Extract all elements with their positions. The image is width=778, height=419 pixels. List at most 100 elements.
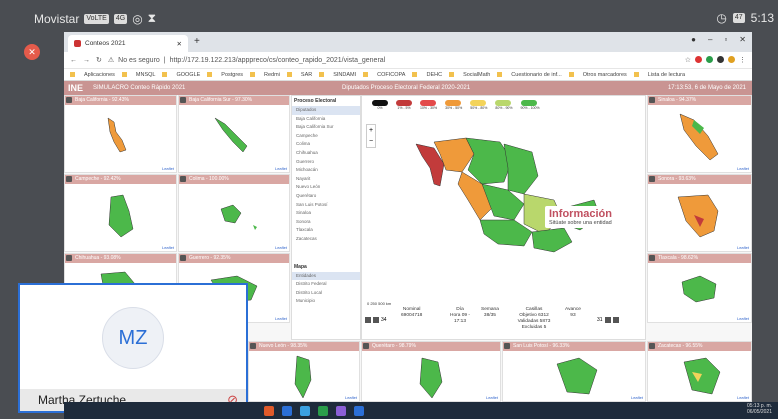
close-window-icon[interactable]: ✕: [739, 35, 746, 44]
maximize-icon[interactable]: ▫: [724, 35, 727, 44]
legend-label: 10% - 30%: [420, 106, 438, 110]
sidebar-item-map[interactable]: Entidades: [292, 271, 360, 281]
info-title: Información: [549, 208, 612, 220]
sidebar-item-process[interactable]: Baja California: [292, 115, 360, 124]
edge-icon[interactable]: [300, 406, 310, 416]
dia-value: Hora 09 - 17:13: [450, 313, 470, 324]
star-icon[interactable]: ☆: [685, 56, 691, 64]
panel-title: Querétaro - 98.79%: [362, 342, 500, 351]
leaflet-link[interactable]: Leaflet: [737, 395, 749, 400]
bookmark-item[interactable]: GOOGLE: [176, 72, 200, 78]
mexico-map[interactable]: [404, 124, 604, 264]
sidebar-item-process[interactable]: Zacatecas: [292, 235, 360, 244]
sidebar-item-process[interactable]: San Luis Potosí: [292, 201, 360, 210]
powerpoint-icon[interactable]: [264, 406, 274, 416]
sidebar-item-map[interactable]: Distrito Federal: [292, 280, 360, 289]
panel-nuevo-leon[interactable]: Nuevo León - 98.35% Leaflet: [248, 341, 360, 402]
sidebar-item-process[interactable]: Michoacán: [292, 166, 360, 175]
leaflet-link[interactable]: Leaflet: [162, 166, 174, 171]
bookmark-item[interactable]: Otros marcadores: [583, 72, 627, 78]
leaflet-link[interactable]: Leaflet: [486, 395, 498, 400]
sidebar-item-map[interactable]: Distrito Local: [292, 289, 360, 298]
leaflet-link[interactable]: Leaflet: [162, 245, 174, 250]
panel-title: Colima - 100.00%: [179, 175, 289, 184]
panel-campeche[interactable]: Campeche - 92.42% Leaflet: [64, 174, 177, 252]
panel-sinaloa[interactable]: Sinaloa - 94.37% Leaflet: [647, 95, 752, 173]
leaflet-link[interactable]: Leaflet: [631, 395, 643, 400]
extension-yellow-icon[interactable]: [728, 56, 735, 63]
leaflet-link[interactable]: Leaflet: [345, 395, 357, 400]
extension-red-icon[interactable]: [695, 56, 702, 63]
browser-tab[interactable]: Conteos 2021 ✕: [68, 35, 188, 52]
leaflet-link[interactable]: Leaflet: [275, 316, 287, 321]
reload-icon[interactable]: ↻: [96, 56, 102, 64]
panel-baja-california[interactable]: Baja California - 92.43% Leaflet: [64, 95, 177, 173]
teams-icon[interactable]: [336, 406, 346, 416]
bookmark-item[interactable]: SINDAMI: [333, 72, 356, 78]
process-header: Proceso Electoral: [294, 98, 337, 104]
menu-icon[interactable]: ⋮: [739, 56, 746, 64]
pager-right[interactable]: 31: [597, 317, 619, 323]
bookmark-item[interactable]: SAR: [301, 72, 312, 78]
legend-item: 0%: [372, 100, 388, 110]
panel-title: Zacatecas - 96.55%: [648, 342, 751, 351]
sidebar-item-process[interactable]: Sonora: [292, 218, 360, 227]
panel-tlaxcala[interactable]: Tlaxcala - 98.62% Leaflet: [647, 253, 752, 323]
sidebar-item-process[interactable]: Baja California Sur: [292, 123, 360, 132]
leaflet-link[interactable]: Leaflet: [737, 316, 749, 321]
stats-band: 0 250 500 km Nominal 69004718 Día Hora 09 …: [361, 295, 646, 340]
forward-icon[interactable]: →: [83, 57, 90, 64]
new-tab-button[interactable]: +: [194, 36, 200, 47]
sidebar-item-process[interactable]: Campeche: [292, 132, 360, 141]
leaflet-link[interactable]: Leaflet: [737, 245, 749, 250]
close-tab-icon[interactable]: ✕: [177, 40, 182, 48]
bookmark-item[interactable]: Postgres: [221, 72, 243, 78]
leaflet-link[interactable]: Leaflet: [275, 166, 287, 171]
map-header: Mapa: [294, 263, 307, 270]
url-field[interactable]: ⚠ No es seguro | http://172.19.122.213/a…: [108, 56, 679, 65]
panel-zacatecas[interactable]: Zacatecas - 96.55% Leaflet: [647, 341, 752, 402]
zoom-in-button[interactable]: +: [367, 125, 375, 136]
sidebar-item-map[interactable]: Municipio: [292, 297, 360, 306]
sidebar-item-process[interactable]: Diputados: [292, 106, 360, 115]
leaflet-link[interactable]: Leaflet: [737, 166, 749, 171]
sidebar-item-process[interactable]: Nayarit: [292, 175, 360, 184]
extension-dark-icon[interactable]: [717, 56, 724, 63]
app-icon[interactable]: [282, 406, 292, 416]
leaflet-link[interactable]: Leaflet: [275, 245, 287, 250]
sidebar-item-process[interactable]: Guerrero: [292, 158, 360, 167]
extension-green-icon[interactable]: [706, 56, 713, 63]
bookmark-item[interactable]: Cuestionario de inf...: [511, 72, 561, 78]
panel-san-luis-potosi[interactable]: San Luis Potosí - 96.33% Leaflet: [502, 341, 646, 402]
info-box: Información Sitúate sobre una entidad: [545, 206, 616, 228]
zoom-control[interactable]: + −: [366, 124, 376, 148]
panel-queretaro[interactable]: Querétaro - 98.79% Leaflet: [361, 341, 501, 402]
panel-sonora[interactable]: Sonora - 93.63% Leaflet: [647, 174, 752, 252]
bookmark-item[interactable]: COFICOPA: [377, 72, 405, 78]
sidebar-item-process[interactable]: Tlaxcala: [292, 226, 360, 235]
profile-icon[interactable]: ●: [691, 35, 696, 44]
sidebar-item-process[interactable]: Colima: [292, 140, 360, 149]
bookmark-item[interactable]: Redmi: [264, 72, 280, 78]
sidebar-item-process[interactable]: Nuevo León: [292, 183, 360, 192]
panel-baja-california-sur[interactable]: Baja California Sur - 97.30% Leaflet: [178, 95, 290, 173]
back-icon[interactable]: ←: [70, 57, 77, 64]
panel-colima[interactable]: Colima - 100.00% Leaflet: [178, 174, 290, 252]
bookmark-item[interactable]: DEHC: [426, 72, 442, 78]
sidebar: Proceso Electoral Diputados Baja Californ…: [291, 95, 361, 340]
sidebar-item-process[interactable]: Querétaro: [292, 192, 360, 201]
bookmark-item[interactable]: SocialMath: [463, 72, 490, 78]
sidebar-item-process[interactable]: Chihuahua: [292, 149, 360, 158]
outlook-icon[interactable]: [354, 406, 364, 416]
bookmark-item[interactable]: Aplicaciones: [84, 72, 115, 78]
video-tile[interactable]: MZ Martha Zertuche ⊘: [18, 283, 248, 413]
excel-icon[interactable]: [318, 406, 328, 416]
bookmark-item[interactable]: Lista de lectura: [648, 72, 685, 78]
zoom-out-button[interactable]: −: [367, 136, 375, 147]
pager-left[interactable]: 34: [365, 317, 387, 323]
map-scale: 0 250 500 km: [367, 301, 392, 306]
mic-muted-icon[interactable]: ✕: [24, 44, 40, 60]
bookmark-item[interactable]: MNSQL: [136, 72, 156, 78]
sidebar-item-process[interactable]: Sinaloa: [292, 209, 360, 218]
minimize-icon[interactable]: –: [708, 35, 712, 44]
